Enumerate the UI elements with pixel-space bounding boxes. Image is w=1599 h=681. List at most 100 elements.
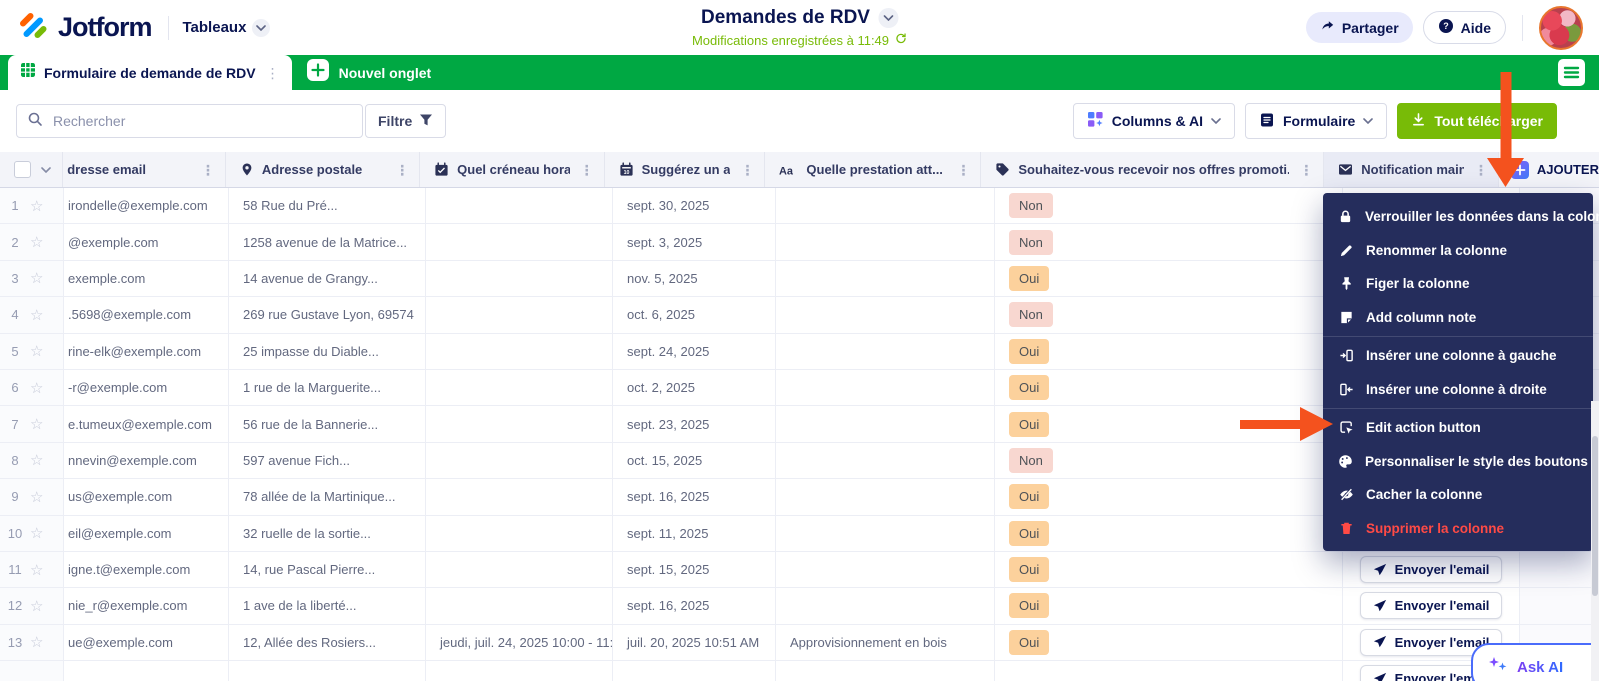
new-tab-button[interactable]: Nouvel onglet: [306, 55, 431, 90]
cell-time-slot[interactable]: [426, 406, 613, 443]
cell-offers[interactable]: Non: [995, 188, 1343, 225]
row-selector[interactable]: 10 ☆: [0, 515, 64, 552]
cell-suggested-date[interactable]: sept. 15, 2025: [613, 551, 776, 589]
cell-address[interactable]: 269 rue Gustave Lyon, 69574: [229, 297, 426, 334]
cell-address[interactable]: 32 ruelle de la sortie...: [229, 515, 426, 552]
column-menu-kebab-icon[interactable]: ⋮: [1297, 163, 1315, 177]
column-header-5[interactable]: Souhaitez-vous recevoir nos offres promo…: [981, 152, 1325, 187]
form-button[interactable]: Formulaire: [1244, 103, 1388, 139]
cell-address[interactable]: [229, 661, 426, 681]
cell-offers[interactable]: Oui: [995, 551, 1343, 589]
column-header-6[interactable]: Notification main... ⋮: [1324, 152, 1499, 187]
cell-email[interactable]: nie_r@exemple.com: [64, 588, 229, 625]
search-box[interactable]: [16, 104, 363, 138]
cell-offers[interactable]: Oui: [995, 333, 1343, 370]
cell-time-slot[interactable]: jeudi, juil. 24, 2025 10:00 - 11:...: [426, 624, 613, 662]
column-menu-kebab-icon[interactable]: ⋮: [954, 163, 972, 177]
column-header-4[interactable]: Aa Quelle prestation att... ⋮: [765, 152, 982, 187]
cell-time-slot[interactable]: [426, 515, 613, 552]
star-icon[interactable]: ☆: [30, 379, 43, 397]
tab-list-button[interactable]: [1558, 59, 1585, 91]
menu-item-pushpin[interactable]: Figer la colonne: [1323, 267, 1593, 301]
cell-address[interactable]: 14, rue Pascal Pierre...: [229, 551, 426, 589]
cell-suggested-date[interactable]: juil. 20, 2025 10:51 AM: [613, 624, 776, 662]
cell-notification[interactable]: Envoyer l'email: [1343, 551, 1520, 589]
filter-button[interactable]: Filtre: [365, 104, 447, 138]
cell-time-slot[interactable]: [426, 442, 613, 480]
cell-offers[interactable]: Oui: [995, 588, 1343, 625]
star-icon[interactable]: ☆: [30, 633, 43, 651]
tab-formulaire-demande-rdv[interactable]: Formulaire de demande de RDV ⋮: [8, 55, 292, 90]
cell-offers[interactable]: Non: [995, 442, 1343, 480]
search-input[interactable]: [51, 112, 352, 130]
menu-item-eye-off[interactable]: Cacher la colonne: [1323, 478, 1593, 512]
cell-address[interactable]: 56 rue de la Bannerie...: [229, 406, 426, 443]
cell-time-slot[interactable]: [426, 224, 613, 261]
cell-email[interactable]: nnevin@exemple.com: [64, 442, 229, 480]
menu-item-trash[interactable]: Supprimer la colonne: [1323, 512, 1593, 546]
page-title[interactable]: Demandes de RDV: [701, 7, 870, 29]
cell-suggested-date[interactable]: sept. 11, 2025: [613, 515, 776, 552]
cell-offers[interactable]: Oui: [995, 479, 1343, 516]
row-selector[interactable]: 2 ☆: [0, 224, 64, 261]
star-icon[interactable]: ☆: [30, 415, 43, 433]
star-icon[interactable]: ☆: [30, 342, 43, 360]
tab-kebab-icon[interactable]: ⋮: [264, 66, 282, 80]
row-selector[interactable]: 7 ☆: [0, 406, 64, 443]
cell-time-slot[interactable]: [426, 260, 613, 298]
menu-item-note[interactable]: Add column note: [1323, 301, 1593, 335]
cell-service[interactable]: [776, 188, 995, 225]
column-menu-kebab-icon[interactable]: ⋮: [578, 163, 596, 177]
cell-time-slot[interactable]: [426, 661, 613, 681]
cell-email[interactable]: [64, 661, 229, 681]
menu-item-insert-right[interactable]: Insérer une colonne à droite: [1323, 373, 1593, 407]
column-menu-kebab-icon[interactable]: ⋮: [393, 163, 411, 177]
add-column-button[interactable]: AJOUTER: [1499, 152, 1599, 187]
star-icon[interactable]: ☆: [30, 306, 43, 324]
help-button[interactable]: ? Aide: [1422, 11, 1506, 44]
cell-time-slot[interactable]: [426, 479, 613, 516]
download-all-button[interactable]: Tout télécharger: [1397, 103, 1557, 139]
column-header-2[interactable]: Quel créneau horaire... ⋮: [420, 152, 605, 187]
cell-address[interactable]: 14 avenue de Grangy...: [229, 260, 426, 298]
cell-email[interactable]: rine-elk@exemple.com: [64, 333, 229, 370]
cell-offers[interactable]: Non: [995, 224, 1343, 261]
cell-offers[interactable]: Oui: [995, 369, 1343, 407]
cell-offers[interactable]: Non: [995, 297, 1343, 334]
row-selector[interactable]: 11 ☆: [0, 551, 64, 589]
star-icon[interactable]: ☆: [30, 197, 43, 215]
row-selector[interactable]: 5 ☆: [0, 333, 64, 370]
star-icon[interactable]: ☆: [30, 451, 43, 469]
cell-suggested-date[interactable]: sept. 16, 2025: [613, 588, 776, 625]
cell-address[interactable]: 1258 avenue de la Matrice...: [229, 224, 426, 261]
row-selector[interactable]: 4 ☆: [0, 297, 64, 334]
cell-email[interactable]: ue@exemple.com: [64, 624, 229, 662]
cell-suggested-date[interactable]: oct. 6, 2025: [613, 297, 776, 334]
workspace-switcher[interactable]: Tableaux: [183, 18, 271, 37]
menu-item-pencil[interactable]: Renommer la colonne: [1323, 234, 1593, 268]
title-chevron-down-icon[interactable]: [877, 8, 898, 28]
cell-email[interactable]: e.tumeux@exemple.com: [64, 406, 229, 443]
cell-email[interactable]: irondelle@exemple.com: [64, 188, 229, 225]
column-header-1[interactable]: Adresse postale ⋮: [226, 152, 421, 187]
send-email-button[interactable]: Envoyer l'email: [1359, 592, 1503, 620]
cell-time-slot[interactable]: [426, 369, 613, 407]
menu-item-lock[interactable]: Verrouiller les données dans la colonne: [1323, 200, 1599, 234]
star-icon[interactable]: ☆: [30, 269, 43, 287]
columns-ai-button[interactable]: Columns & AI: [1072, 103, 1235, 139]
cell-address[interactable]: 78 allée de la Martinique...: [229, 479, 426, 516]
cell-address[interactable]: 58 Rue du Pré...: [229, 188, 426, 225]
star-icon[interactable]: ☆: [30, 597, 43, 615]
row-selector[interactable]: 9 ☆: [0, 479, 64, 516]
select-all-header[interactable]: [0, 152, 64, 187]
row-selector[interactable]: 13 ☆: [0, 624, 64, 662]
cell-service[interactable]: Approvisionnement en bois: [776, 624, 995, 662]
cell-service[interactable]: [776, 297, 995, 334]
select-all-checkbox[interactable]: [14, 161, 31, 178]
cell-service[interactable]: [776, 260, 995, 298]
cell-time-slot[interactable]: [426, 333, 613, 370]
send-email-button[interactable]: Envoyer l'email: [1359, 556, 1503, 584]
cell-service[interactable]: [776, 479, 995, 516]
cell-time-slot[interactable]: [426, 588, 613, 625]
cell-service[interactable]: [776, 551, 995, 589]
